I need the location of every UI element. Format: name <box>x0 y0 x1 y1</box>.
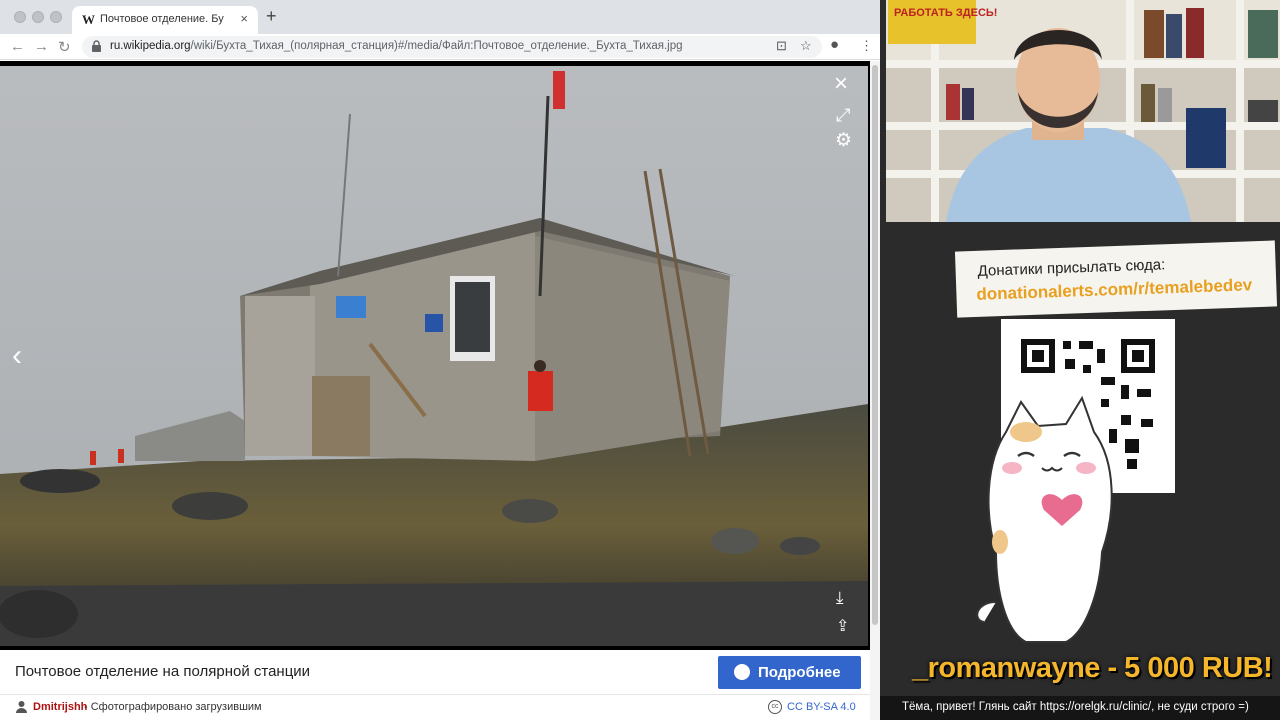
download-icon[interactable]: ⤓ <box>836 588 844 608</box>
donation-label: Донатики присылать сюда: <box>977 256 1166 280</box>
license-link[interactable]: CC BY-SA 4.0 <box>787 701 856 713</box>
author-description: - Сфотографировано загрузившим <box>84 701 262 713</box>
polar-station-photo <box>0 66 868 646</box>
browser-tab[interactable]: W Почтовое отделение. Бухта Т × <box>72 6 258 34</box>
donation-banner: Донатики присылать сюда: donationalerts.… <box>954 240 1278 318</box>
tab-bar: W Почтовое отделение. Бухта Т × + <box>0 0 880 34</box>
fullscreen-icon[interactable]: ⤢ <box>836 105 850 125</box>
window-zoom-dot[interactable] <box>50 11 62 23</box>
author-link[interactable]: Dmitrijshh <box>33 701 87 713</box>
url-path: /wiki/Бухта_Тихая_(полярная_станция)#/me… <box>190 40 683 52</box>
reload-icon[interactable]: ↻ <box>58 38 71 56</box>
commons-icon <box>734 664 750 680</box>
media-caption: Почтовое отделение на полярной станции <box>15 663 311 680</box>
window-close-dot[interactable] <box>14 11 26 23</box>
chat-message: Тёма, привет! Глянь сайт https://orelgk.… <box>902 701 1249 713</box>
address-bar[interactable]: ru.wikipedia.org/wiki/Бухта_Тихая_(поляр… <box>82 36 822 58</box>
tab-close-icon[interactable]: × <box>240 11 248 26</box>
stream-overlay: РАБОТАТЬ ЗДЕСЬ! Донатики присылать сюда:… <box>880 0 1280 720</box>
share-icon[interactable]: ⇪ <box>836 617 849 637</box>
browser-toolbar: ← → ↻ ru.wikipedia.org/wiki/Бухта_Тихая_… <box>0 34 880 60</box>
scrollbar-thumb[interactable] <box>872 65 878 625</box>
more-details-button[interactable]: Подробнее <box>718 656 861 689</box>
close-icon[interactable]: × <box>834 72 848 96</box>
new-tab-icon[interactable]: + <box>266 6 277 27</box>
user-icon <box>16 701 27 713</box>
poster-text: РАБОТАТЬ ЗДЕСЬ! <box>894 7 997 19</box>
wikipedia-favicon-icon: W <box>82 12 95 27</box>
page-scrollbar[interactable] <box>870 61 880 720</box>
cc-license-icon: cc <box>768 700 782 714</box>
media-caption-bar: Почтовое отделение на полярной станции П… <box>0 650 870 694</box>
prev-arrow-icon[interactable]: ‹ <box>12 341 22 371</box>
url-text: ru.wikipedia.org/wiki/Бухта_Тихая_(поляр… <box>110 40 683 52</box>
bookmark-star-icon[interactable]: ☆ <box>800 38 812 54</box>
more-details-label: Подробнее <box>758 664 841 681</box>
window-minimize-dot[interactable] <box>32 11 44 23</box>
profile-avatar-icon[interactable]: ● <box>830 36 839 53</box>
back-arrow-icon[interactable]: ← <box>10 38 25 55</box>
lock-icon <box>92 40 101 52</box>
chat-message-bar: Тёма, привет! Глянь сайт https://orelgk.… <box>880 696 1280 720</box>
donation-url[interactable]: donationalerts.com/r/temalebedev <box>976 275 1252 305</box>
donation-alert: _romanwayne - 5 000 RUB! <box>912 652 1273 684</box>
translate-icon[interactable]: ⊡ <box>776 38 787 54</box>
menu-dots-icon[interactable]: ⋮ <box>860 38 873 54</box>
forward-arrow-icon[interactable]: → <box>34 38 49 55</box>
tab-title: Почтовое отделение. Бухта Т <box>100 13 224 25</box>
attribution-bar: Dmitrijshh - Сфотографировано загрузивши… <box>0 694 870 720</box>
url-host: ru.wikipedia.org <box>110 40 191 52</box>
browser-window: W Почтовое отделение. Бухта Т × + ← → ↻ … <box>0 0 880 720</box>
webcam-feed: РАБОТАТЬ ЗДЕСЬ! <box>886 0 1280 222</box>
cat-mascot-sticker <box>976 395 1113 643</box>
media-viewer: × ⤢ ⚙ ‹ ⤓ ⇪ <box>0 61 870 650</box>
settings-icon[interactable]: ⚙ <box>835 131 852 151</box>
